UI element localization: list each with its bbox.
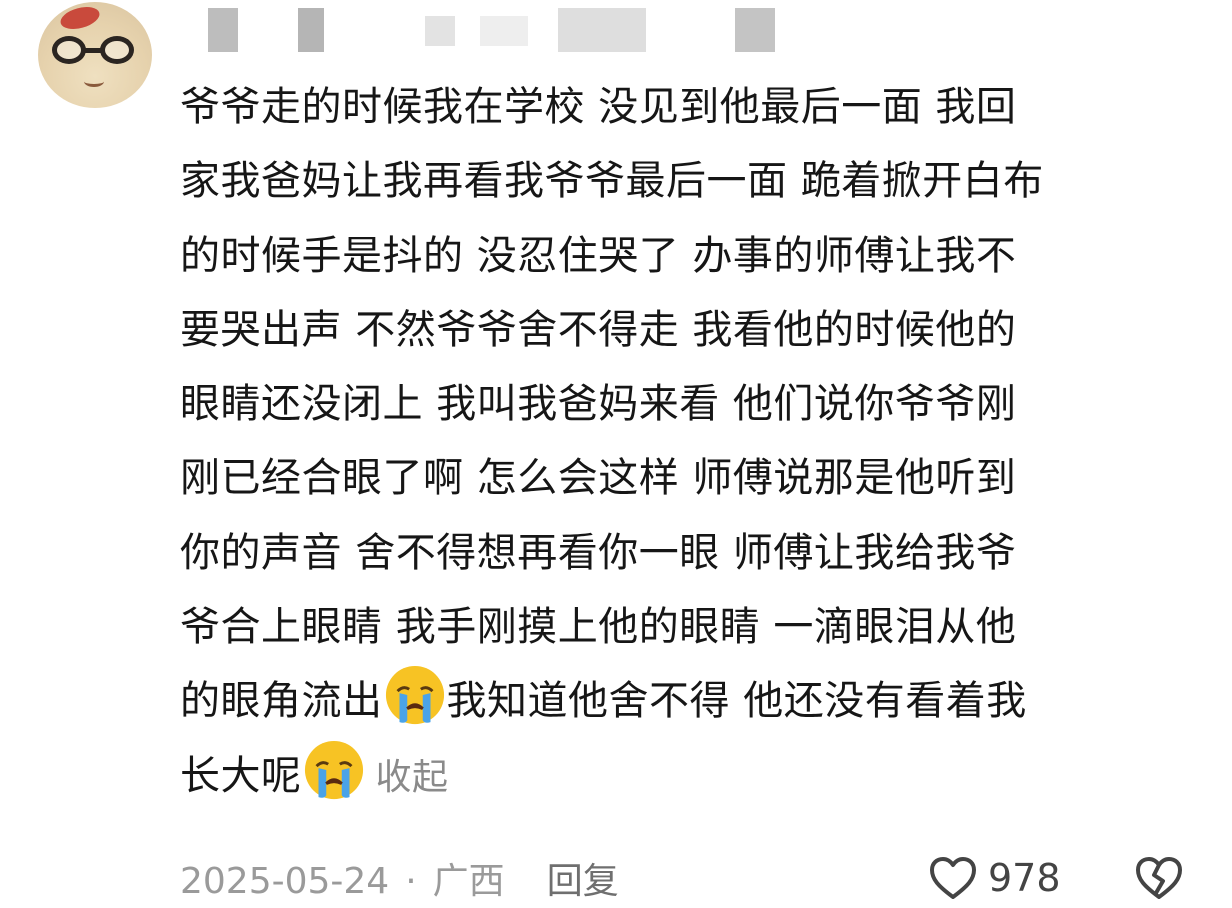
avatar-bow xyxy=(58,3,102,33)
collapse-button[interactable]: 收起 xyxy=(376,757,449,798)
comment-line: 家我爸妈让我再看我爷爷最后一面 跪着掀开白布 xyxy=(180,158,1044,205)
avatar-glasses-left xyxy=(52,36,86,64)
comment-line: 的眼角流出 我知道他舍不得 他还没有看着我 xyxy=(180,664,1190,738)
broken-heart-icon xyxy=(1136,857,1182,899)
comment-text: 爷爷走的时候我在学校 没见到他最后一面 我回 家我爸妈让我再看我爷爷最后一面 跪… xyxy=(180,70,1190,813)
comment-line: 爷爷走的时候我在学校 没见到他最后一面 我回 xyxy=(180,84,1017,130)
crying-face-icon xyxy=(304,740,363,799)
separator-dot: · xyxy=(405,861,417,902)
comment-line: 长大呢 收起 xyxy=(180,739,1190,813)
avatar-glasses-right xyxy=(100,36,134,64)
comment-line: 要哭出声 不然爷爷舍不得走 我看他的时候他的 xyxy=(180,306,1017,353)
comment-line: 你的声音 舍不得想再看你一眼 师傅让我给我爷 xyxy=(180,529,1017,576)
username-redacted[interactable] xyxy=(180,8,800,52)
like-count: 978 xyxy=(988,856,1061,900)
reply-button[interactable]: 回复 xyxy=(547,861,619,902)
user-avatar[interactable] xyxy=(38,2,152,108)
avatar-glasses-bridge xyxy=(84,48,102,53)
comment-footer: 2025-05-24 · 广西 回复 xyxy=(180,852,619,908)
comment-text-segment: 的眼角流出 xyxy=(180,678,383,725)
comment-line: 刚已经合眼了啊 怎么会这样 师傅说那是他听到 xyxy=(180,455,1017,502)
comment-location: 广西 xyxy=(432,861,505,902)
comment-text-segment: 我知道他舍不得 他还没有看着我 xyxy=(446,678,1027,725)
comment-line: 爷合上眼睛 我手刚摸上他的眼睛 一滴眼泪从他 xyxy=(180,604,1017,651)
dislike-button[interactable] xyxy=(1134,855,1184,905)
comment-line: 眼睛还没闭上 我叫我爸妈来看 他们说你爷爷刚 xyxy=(180,381,1017,428)
like-button[interactable]: 978 xyxy=(928,855,1061,901)
comment-date: 2025-05-24 xyxy=(180,861,390,902)
heart-outline-icon xyxy=(930,857,976,899)
comment-text-segment: 长大呢 xyxy=(180,752,302,799)
comment-line: 的时候手是抖的 没忍住哭了 办事的师傅让我不 xyxy=(180,232,1017,279)
crying-face-icon xyxy=(385,666,444,725)
avatar-mouth xyxy=(84,76,104,87)
